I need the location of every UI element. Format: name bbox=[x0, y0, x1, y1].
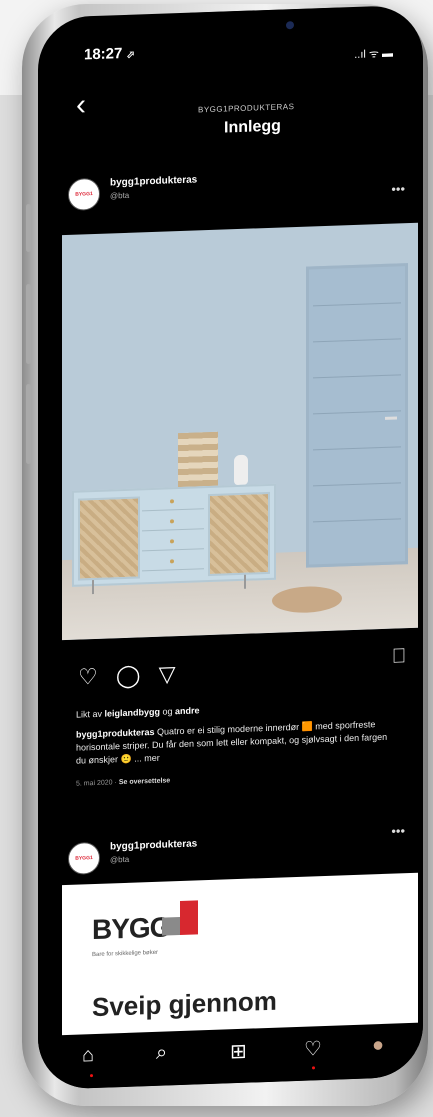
profile-avatar-icon[interactable]: ● bbox=[372, 1034, 384, 1057]
share-icon[interactable]: ▽ bbox=[159, 661, 176, 687]
card-headline: Sveip gjennom bbox=[92, 985, 277, 1023]
post-caption: bygg1produkteras Quatro er ei stilig mod… bbox=[76, 719, 388, 766]
back-icon[interactable]: ‹ bbox=[76, 88, 86, 122]
page-title: Innlegg bbox=[224, 117, 281, 137]
more-options-icon[interactable]: ••• bbox=[391, 181, 405, 196]
avatar[interactable]: BYGG1 bbox=[68, 841, 100, 875]
status-time: 18:27 ⬀ bbox=[84, 45, 135, 64]
book-stack bbox=[178, 431, 218, 488]
door bbox=[306, 263, 408, 568]
post-username[interactable]: bygg1produkteras bbox=[110, 838, 197, 852]
bookmark-icon[interactable]: ⎕ bbox=[393, 645, 405, 668]
volume-up-button bbox=[26, 204, 31, 252]
post-image[interactable] bbox=[62, 222, 418, 641]
header-account: BYGG1PRODUKTERAS bbox=[198, 102, 295, 115]
vase bbox=[234, 454, 248, 486]
notch bbox=[190, 7, 340, 47]
logo-mark-red bbox=[180, 900, 198, 936]
logo-mark-grey bbox=[162, 917, 180, 936]
post-username[interactable]: bygg1produkteras bbox=[110, 174, 197, 188]
home-notification-dot bbox=[90, 1074, 93, 1078]
translate-link[interactable]: Se oversettelse bbox=[119, 777, 170, 786]
activity-notification-dot bbox=[312, 1066, 315, 1070]
logo-tagline: Bare for skikkelige bøker bbox=[92, 949, 159, 959]
home-icon[interactable]: ⌂ bbox=[82, 1044, 94, 1067]
post-subtitle: @bta bbox=[110, 854, 130, 865]
volume-down-button bbox=[26, 284, 31, 364]
post-subtitle: @bta bbox=[110, 190, 130, 201]
mute-switch bbox=[26, 384, 31, 464]
camera-dot bbox=[286, 21, 294, 30]
phone-screen: 18:27 ⬀ ..ıl ᯤ ▬ ‹ BYGG1PRODUKTERAS Innl… bbox=[38, 4, 423, 1090]
comment-icon[interactable]: ◯ bbox=[116, 662, 141, 688]
activity-heart-icon[interactable]: ♡ bbox=[304, 1036, 322, 1062]
add-post-icon[interactable]: ⊞ bbox=[230, 1039, 247, 1065]
more-options-icon[interactable]: ••• bbox=[391, 823, 405, 838]
bygg-logo: BYGG bbox=[92, 911, 171, 946]
sideboard bbox=[72, 483, 276, 587]
post-actions: ♡ ◯ ▽ bbox=[78, 661, 176, 690]
search-icon[interactable]: ⌕ bbox=[156, 1041, 167, 1064]
likes-line: Likt av leiglandbygg og andre bbox=[76, 705, 200, 720]
door-handle bbox=[385, 416, 397, 420]
like-icon[interactable]: ♡ bbox=[78, 664, 98, 690]
post-date: 5. mai 2020 · Se oversettelse bbox=[76, 777, 171, 788]
status-icons: ..ıl ᯤ ▬ bbox=[354, 47, 393, 61]
avatar[interactable]: BYGG1 bbox=[68, 177, 100, 211]
